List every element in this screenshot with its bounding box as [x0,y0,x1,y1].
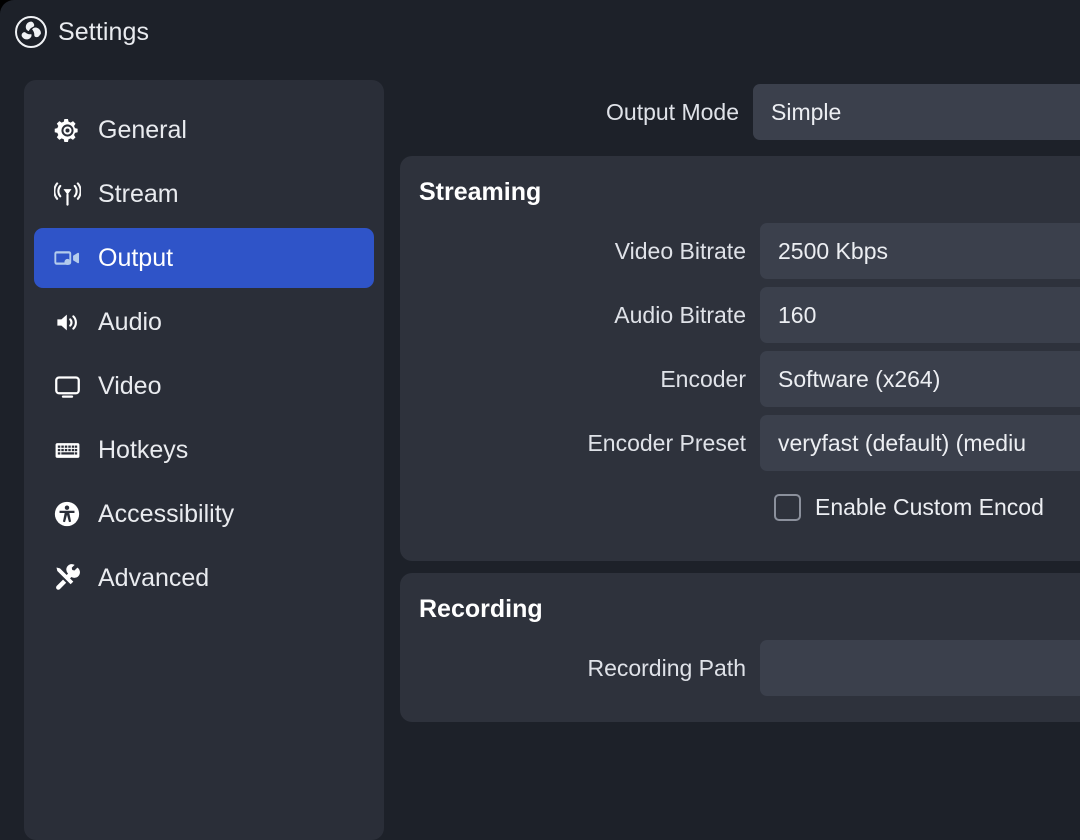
recording-path-label: Recording Path [400,655,760,682]
encoder-preset-row: Encoder Preset veryfast (default) (mediu [400,411,1080,475]
sidebar-item-advanced[interactable]: Advanced [34,548,374,608]
title-bar: Settings [0,0,1080,64]
encoder-label: Encoder [400,366,760,393]
output-mode-row: Output Mode Simple [400,80,1080,144]
accessibility-icon [52,499,82,529]
tools-icon [52,563,82,593]
output-mode-label: Output Mode [400,99,753,126]
settings-sidebar: General Stream Output [24,80,384,840]
recording-card: Recording Recording Path [400,573,1080,722]
keyboard-icon [52,435,82,465]
monitor-icon [52,371,82,401]
settings-window: Settings General Stream [0,0,1080,840]
output-mode-select[interactable]: Simple [753,84,1080,140]
sidebar-item-label: Audio [98,308,162,337]
audio-bitrate-select[interactable]: 160 [760,287,1080,343]
video-bitrate-input[interactable]: 2500 Kbps [760,223,1080,279]
gear-icon [52,115,82,145]
encoder-select[interactable]: Software (x264) [760,351,1080,407]
encoder-row: Encoder Software (x264) [400,347,1080,411]
sidebar-item-label: Accessibility [98,500,234,529]
video-bitrate-label: Video Bitrate [400,238,760,265]
sidebar-item-label: Stream [98,180,179,209]
sidebar-item-video[interactable]: Video [34,356,374,416]
streaming-section-title: Streaming [400,178,1080,207]
custom-encoder-checkbox[interactable] [774,494,801,521]
camcorder-icon [52,243,82,273]
obs-logo-icon [14,15,48,49]
sidebar-item-label: General [98,116,187,145]
window-title: Settings [58,18,149,47]
custom-encoder-label: Enable Custom Encod [815,494,1044,521]
recording-path-input[interactable] [760,640,1080,696]
sidebar-item-hotkeys[interactable]: Hotkeys [34,420,374,480]
sidebar-item-label: Advanced [98,564,209,593]
broadcast-icon [52,179,82,209]
sidebar-item-general[interactable]: General [34,100,374,160]
speaker-icon [52,307,82,337]
sidebar-item-accessibility[interactable]: Accessibility [34,484,374,544]
sidebar-item-label: Video [98,372,162,401]
encoder-preset-label: Encoder Preset [400,430,760,457]
sidebar-item-output[interactable]: Output [34,228,374,288]
audio-bitrate-row: Audio Bitrate 160 [400,283,1080,347]
video-bitrate-row: Video Bitrate 2500 Kbps [400,219,1080,283]
sidebar-item-stream[interactable]: Stream [34,164,374,224]
recording-path-row: Recording Path [400,636,1080,700]
custom-encoder-row: Enable Custom Encod [400,475,1080,539]
sidebar-item-label: Hotkeys [98,436,188,465]
sidebar-item-label: Output [98,244,173,273]
encoder-preset-select[interactable]: veryfast (default) (mediu [760,415,1080,471]
sidebar-item-audio[interactable]: Audio [34,292,374,352]
audio-bitrate-label: Audio Bitrate [400,302,760,329]
streaming-card: Streaming Video Bitrate 2500 Kbps Audio … [400,156,1080,561]
recording-section-title: Recording [400,595,1080,624]
settings-content: Output Mode Simple Streaming Video Bitra… [400,80,1080,840]
